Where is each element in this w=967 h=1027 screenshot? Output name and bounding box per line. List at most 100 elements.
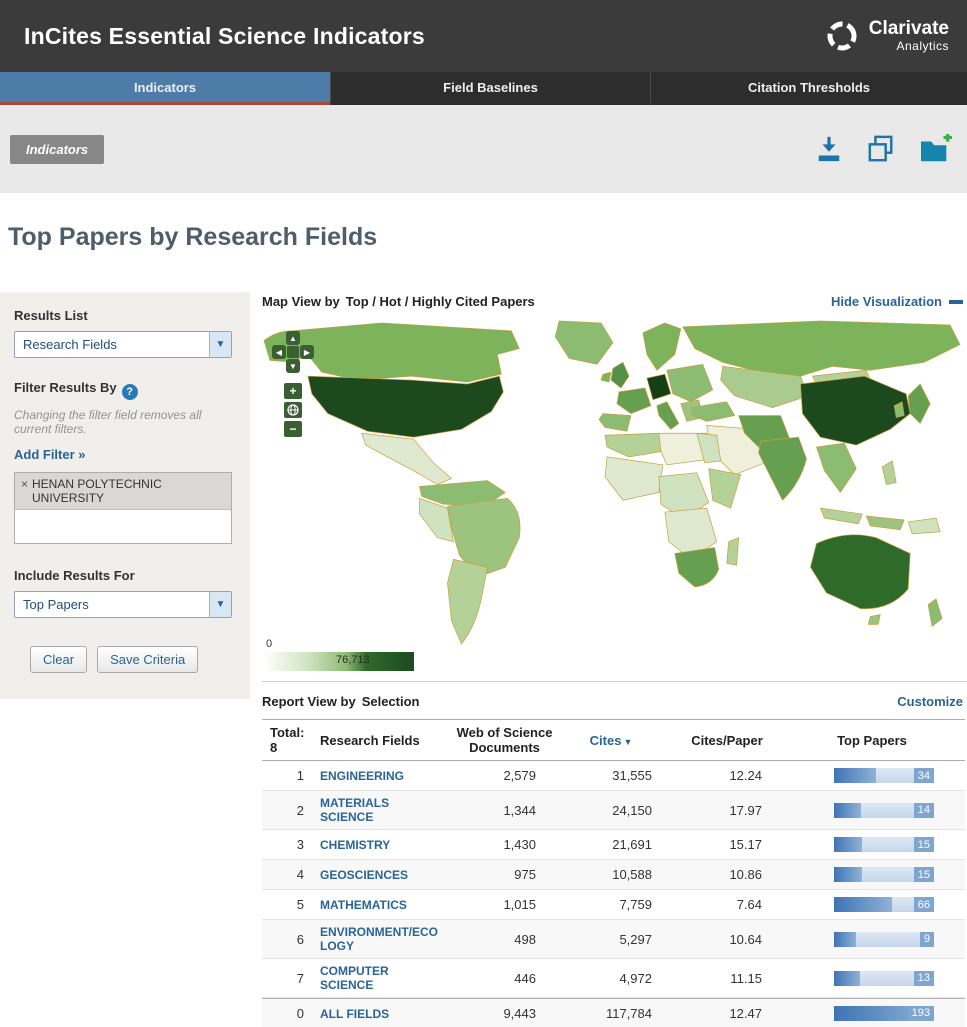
- row-wos-documents: 446: [447, 966, 562, 991]
- row-wos-documents: 9,443: [447, 1001, 562, 1026]
- research-field-link[interactable]: MATHEMATICS: [320, 898, 407, 912]
- row-cites-per-paper: 11.15: [662, 966, 792, 991]
- row-field-cell: ALL FIELDS: [312, 1001, 447, 1026]
- total-count: Total: 8: [262, 720, 312, 760]
- row-cites-per-paper: 15.17: [662, 832, 792, 857]
- report-section: Report View bySelection Customize Total:…: [262, 681, 967, 1027]
- table-row: 5 MATHEMATICS 1,015 7,759 7.64 66: [262, 890, 965, 920]
- pan-center: [287, 346, 299, 358]
- research-field-link[interactable]: ALL FIELDS: [320, 1007, 389, 1021]
- row-rank: 1: [262, 763, 312, 788]
- top-papers-value: 14: [914, 803, 934, 818]
- top-papers-bar: 9: [834, 932, 934, 947]
- chevron-down-icon: ▼: [209, 592, 231, 617]
- row-cites: 31,555: [562, 763, 662, 788]
- pan-right-button[interactable]: ▶: [300, 345, 314, 359]
- row-top-papers-cell: 34: [792, 763, 952, 788]
- research-field-link[interactable]: COMPUTER SCIENCE: [320, 964, 439, 992]
- row-top-papers-cell: 193: [792, 1001, 952, 1026]
- top-papers-value: 66: [914, 897, 934, 912]
- row-wos-documents: 498: [447, 927, 562, 952]
- row-cites: 5,297: [562, 927, 662, 952]
- globe-icon: [287, 404, 299, 416]
- globe-reset-button[interactable]: [284, 402, 302, 418]
- row-cites-per-paper: 7.64: [662, 892, 792, 917]
- hide-visualization-link[interactable]: Hide Visualization: [831, 294, 963, 309]
- top-papers-bar: 34: [834, 768, 934, 783]
- research-field-link[interactable]: GEOSCIENCES: [320, 868, 408, 882]
- research-field-link[interactable]: ENGINEERING: [320, 769, 404, 783]
- world-map[interactable]: [262, 319, 967, 649]
- row-rank: 0: [262, 1001, 312, 1026]
- tab-field-baselines[interactable]: Field Baselines: [330, 72, 650, 105]
- row-cites: 7,759: [562, 892, 662, 917]
- zoom-out-button[interactable]: −: [284, 421, 302, 437]
- help-icon[interactable]: ?: [122, 384, 138, 400]
- tab-indicators[interactable]: Indicators: [0, 72, 330, 105]
- row-field-cell: ENVIRONMENT/ECOLOGY: [312, 920, 447, 958]
- choropleth-map[interactable]: ▲ ◀ ▶ ▼ + −: [262, 319, 967, 671]
- row-cites: 4,972: [562, 966, 662, 991]
- results-list-value: Research Fields: [15, 337, 117, 352]
- row-top-papers-cell: 13: [792, 966, 952, 991]
- row-rank: 6: [262, 927, 312, 952]
- row-field-cell: CHEMISTRY: [312, 832, 447, 857]
- title-band: Top Papers by Research Fields: [0, 193, 967, 278]
- col-cites-sort[interactable]: Cites▼: [562, 728, 662, 753]
- duplicate-report-icon[interactable]: [867, 134, 895, 164]
- row-field-cell: GEOSCIENCES: [312, 862, 447, 887]
- table-row: 1 ENGINEERING 2,579 31,555 12.24 34: [262, 761, 965, 791]
- filter-chip[interactable]: × HENAN POLYTECHNIC UNIVERSITY: [15, 473, 231, 510]
- save-criteria-button[interactable]: Save Criteria: [97, 646, 198, 673]
- brand-logo: Clarivate Analytics: [824, 18, 949, 54]
- top-papers-value: 193: [908, 1006, 934, 1021]
- row-top-papers-cell: 15: [792, 832, 952, 857]
- row-cites: 21,691: [562, 832, 662, 857]
- row-cites-per-paper: 12.24: [662, 763, 792, 788]
- row-wos-documents: 1,015: [447, 892, 562, 917]
- report-title: Report View bySelection: [262, 694, 425, 709]
- top-papers-bar: 15: [834, 837, 934, 852]
- legend-min-label: 0: [266, 638, 272, 650]
- include-results-select[interactable]: Top Papers ▼: [14, 591, 232, 618]
- map-title: Map View byTop / Hot / Highly Cited Pape…: [262, 294, 541, 309]
- row-field-cell: MATHEMATICS: [312, 892, 447, 917]
- zoom-in-button[interactable]: +: [284, 383, 302, 399]
- include-results-heading: Include Results For: [14, 568, 236, 583]
- top-papers-bar: 14: [834, 803, 934, 818]
- table-row: 6 ENVIRONMENT/ECOLOGY 498 5,297 10.64 9: [262, 920, 965, 959]
- add-to-folder-icon[interactable]: [919, 134, 953, 164]
- row-cites-per-paper: 17.97: [662, 798, 792, 823]
- row-cites-per-paper: 10.64: [662, 927, 792, 952]
- table-row: 3 CHEMISTRY 1,430 21,691 15.17 15: [262, 830, 965, 860]
- row-field-cell: COMPUTER SCIENCE: [312, 959, 447, 997]
- add-filter-link[interactable]: Add Filter »: [14, 447, 86, 462]
- clear-button[interactable]: Clear: [30, 646, 87, 673]
- remove-filter-icon[interactable]: ×: [21, 477, 28, 505]
- row-field-cell: ENGINEERING: [312, 763, 447, 788]
- research-field-link[interactable]: CHEMISTRY: [320, 838, 390, 852]
- pan-up-button[interactable]: ▲: [286, 331, 300, 345]
- pan-left-button[interactable]: ◀: [272, 345, 286, 359]
- filter-results-heading: Filter Results By?: [14, 380, 236, 400]
- research-field-link[interactable]: MATERIALS SCIENCE: [320, 796, 439, 824]
- research-field-link[interactable]: ENVIRONMENT/ECOLOGY: [320, 925, 439, 953]
- top-papers-value: 15: [914, 867, 934, 882]
- tab-citation-thresholds[interactable]: Citation Thresholds: [650, 72, 967, 105]
- table-row: 2 MATERIALS SCIENCE 1,344 24,150 17.97 1…: [262, 791, 965, 830]
- download-icon[interactable]: [815, 134, 843, 164]
- pan-down-button[interactable]: ▼: [286, 359, 300, 373]
- row-wos-documents: 2,579: [447, 763, 562, 788]
- breadcrumb[interactable]: Indicators: [10, 135, 104, 164]
- row-cites: 10,588: [562, 862, 662, 887]
- page-title: Top Papers by Research Fields: [8, 223, 967, 252]
- top-papers-bar: 15: [834, 867, 934, 882]
- sort-desc-icon: ▼: [623, 737, 632, 747]
- row-rank: 3: [262, 832, 312, 857]
- results-list-select[interactable]: Research Fields ▼: [14, 331, 232, 358]
- row-top-papers-cell: 15: [792, 862, 952, 887]
- customize-link[interactable]: Customize: [897, 694, 963, 709]
- top-papers-bar: 13: [834, 971, 934, 986]
- filters-sidebar: Results List Research Fields ▼ Filter Re…: [0, 292, 250, 699]
- top-papers-value: 13: [914, 971, 934, 986]
